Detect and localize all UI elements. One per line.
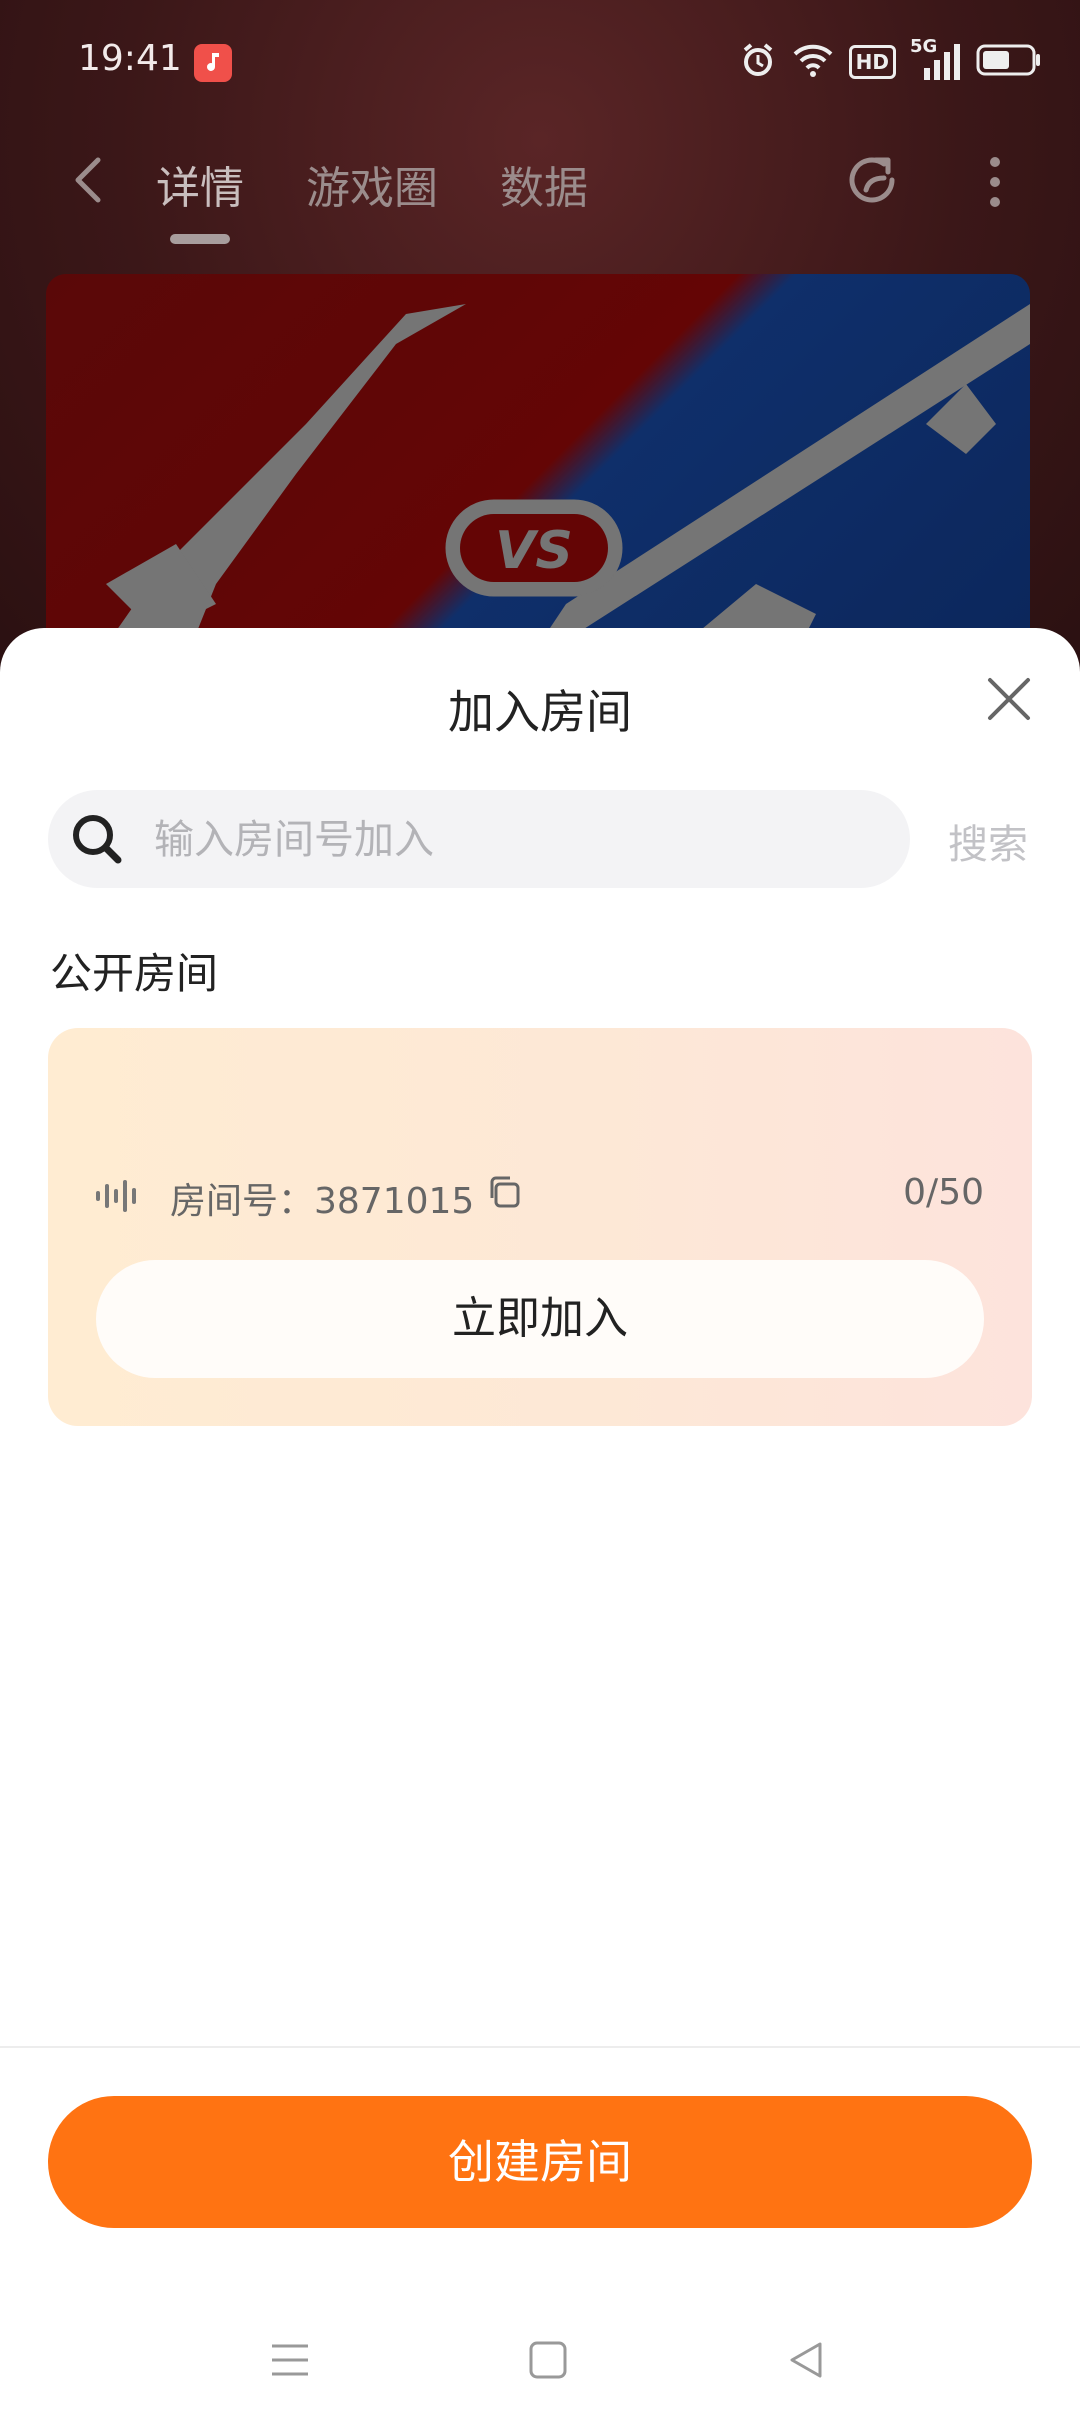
menu-icon[interactable] (270, 2340, 310, 2384)
more-icon[interactable] (980, 152, 1010, 212)
home-icon[interactable] (528, 2340, 568, 2384)
signal-icon: 5G (910, 36, 962, 82)
tab-game-circle[interactable]: 游戏圈 (306, 152, 438, 216)
copy-icon[interactable] (486, 1174, 522, 1210)
back-icon[interactable] (786, 2340, 826, 2384)
join-now-button[interactable]: 立即加入 (96, 1260, 984, 1378)
search-icon (70, 812, 124, 866)
top-nav: 详情 游戏圈 数据 (0, 140, 1080, 250)
battery-icon (976, 42, 1042, 82)
background-page: 19:41 HD 5G 详情 游戏圈 数据 VS (0, 0, 1080, 734)
create-room-button[interactable]: 创建房间 (48, 2096, 1032, 2228)
divider (0, 2046, 1080, 2048)
room-occupancy: 0/50 (903, 1172, 984, 1213)
status-bar: 19:41 HD 5G (0, 0, 1080, 120)
music-app-icon (194, 44, 232, 82)
public-rooms-title: 公开房间 (50, 949, 219, 998)
alarm-icon (739, 41, 777, 83)
wifi-icon (791, 42, 835, 82)
sheet-title: 加入房间 (448, 685, 632, 739)
system-nav-bar (0, 2312, 1080, 2412)
hd-badge: HD (848, 45, 896, 79)
status-time: 19:41 (78, 38, 182, 79)
search-bar (48, 790, 910, 890)
voice-wave-icon (94, 1180, 142, 1212)
tab-data[interactable]: 数据 (500, 152, 588, 216)
room-number: 房间号：3871015 (170, 1181, 475, 1222)
share-icon[interactable] (842, 150, 906, 214)
tab-indicator (170, 234, 230, 244)
join-room-sheet: 加入房间 搜索 公开房间 房间号：3871015 0/50 立即加入 创建房间 (0, 628, 1080, 2412)
search-button[interactable]: 搜索 (948, 812, 1028, 870)
status-icons: HD 5G (739, 36, 1042, 83)
room-card: 房间号：3871015 0/50 立即加入 (48, 1028, 1032, 1426)
close-icon[interactable] (984, 674, 1034, 724)
tab-details[interactable]: 详情 (156, 152, 244, 216)
room-number-input[interactable] (152, 790, 876, 890)
back-arrow-icon[interactable] (64, 150, 114, 210)
